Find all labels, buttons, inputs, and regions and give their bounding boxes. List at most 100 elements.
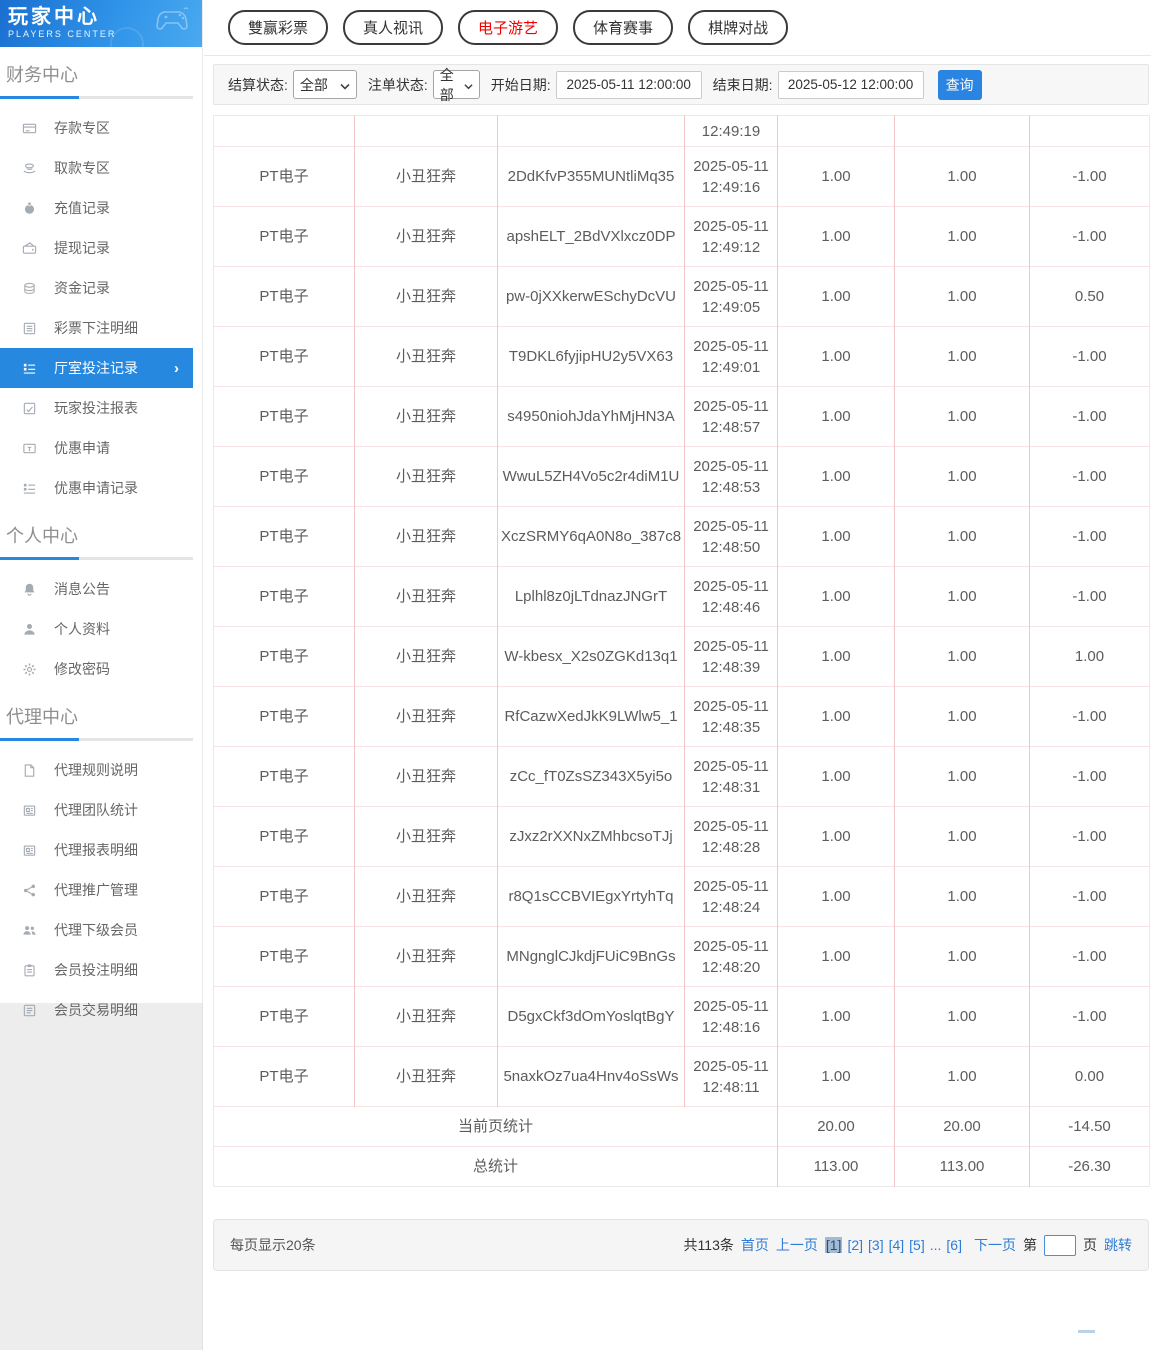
order-id-cell: zCc_fT0ZsSZ343X5yi5o [497,746,685,807]
sidebar-item[interactable]: 取款专区 [0,148,193,188]
box-list-icon [21,1002,37,1018]
sidebar-item[interactable]: 彩票下注明细 [0,308,193,348]
nav-button-item[interactable]: 棋牌对战 [688,10,789,45]
gamepad-icon [154,6,192,37]
venue-cell: PT电子 [213,986,355,1047]
sidebar-item[interactable]: 优惠申请 [0,428,193,468]
prev-page-link[interactable]: 上一页 [776,1235,818,1255]
sidebar-section-title: 个人中心 [6,526,78,546]
start-date-input[interactable] [555,70,702,99]
main-area: 雙赢彩票 真人视讯 电子游艺 体育赛事 棋牌对战 结算状态: 全部 注单状态: 全部 开… [204,0,1151,1350]
grand-summary-label: 总统计 [213,1146,778,1187]
sidebar-item[interactable]: 消息公告 [0,569,193,609]
nav-button-item[interactable]: 体育赛事 [573,10,674,45]
page-summary-winloss-total: -14.50 [1029,1106,1150,1147]
valid-cell: 1.00 [894,746,1030,807]
sidebar-item[interactable]: 优惠申请记录 [0,468,193,508]
sidebar-item[interactable]: 代理下级会员 [0,910,193,950]
nav-button-active[interactable]: 电子游艺 [458,10,559,45]
nav-button-item[interactable]: 真人视讯 [343,10,444,45]
winloss-cell: -1.00 [1029,446,1150,507]
sidebar-item[interactable]: 代理规则说明 [0,750,193,790]
sidebar-item[interactable]: 资金记录 [0,268,193,308]
valid-cell: 1.00 [894,506,1030,567]
page-link[interactable]: [5] [909,1237,925,1253]
sidebar-item[interactable]: 充值记录 [0,188,193,228]
game-cell: 小丑狂奔 [354,1046,498,1107]
sidebar-item[interactable]: 修改密码 [0,649,193,689]
table-row: PT电子 小丑狂奔 zCc_fT0ZsSZ343X5yi5o 2025-05-11 1… [213,746,1150,807]
nav-button-item[interactable]: 雙赢彩票 [228,10,329,45]
jump-button[interactable]: 跳转 [1104,1235,1132,1255]
valid-cell: 1.00 [894,266,1030,327]
order-id-cell: RfCazwXedJkK9LWlw5_1 [497,686,685,747]
sidebar-item-label: 个人资料 [54,621,110,637]
next-page-link[interactable]: 下一页 [974,1235,1016,1255]
winloss-cell: -1.00 [1029,386,1150,447]
page-link[interactable]: [4] [889,1237,905,1253]
datetime-cell: 2025-05-11 12:48:50 [684,506,778,567]
order-id-cell: MNgnglCJkdjFUiC9BnGs [497,926,685,987]
bet-cell: 1.00 [777,146,895,207]
table-row: PT电子 小丑狂奔 W-kbesx_X2s0ZGKd13q1 2025-05-11 1… [213,626,1150,687]
search-button[interactable]: 查询 [937,69,982,100]
table-row: PT电子 小丑狂奔 MNgnglCJkdjFUiC9BnGs 2025-05-11 1… [213,926,1150,987]
sidebar-item[interactable]: 玩家投注报表 [0,388,193,428]
jump-page-input[interactable] [1044,1234,1076,1256]
order-id-cell: zJxz2rXXNxZMhbcsoTJj [497,806,685,867]
sidebar-item-label: 优惠申请 [54,440,110,456]
sidebar-item-active[interactable]: 厅室投注记录 › [0,348,193,388]
page-link-current[interactable]: [1] [824,1237,843,1253]
page-link[interactable]: [6] [946,1237,962,1253]
game-cell: 小丑狂奔 [354,866,498,927]
table-row: PT电子 小丑狂奔 Lplhl8z0jLTdnazJNGrT 2025-05-11 1… [213,566,1150,627]
datetime-cell: 2025-05-11 12:49:16 [684,146,778,207]
end-date-input[interactable] [777,70,924,99]
datetime-cell: 2025-05-11 12:48:24 [684,866,778,927]
news-icon [21,842,37,858]
order-id-cell: 2DdKfvP355MUNtliMq35 [497,146,685,207]
datetime-cell: 2025-05-11 12:48:57 [684,386,778,447]
sidebar-item-label: 会员交易明细 [54,1002,138,1018]
page-link[interactable]: [3] [868,1237,884,1253]
bet-records-table-wrap: 12:49:19 PT电子 小丑狂奔 2DdKfvP355MUNtliMq35 2025… [213,115,1150,1187]
sidebar-item[interactable]: 存款专区 [0,108,193,148]
table-row: PT电子 小丑狂奔 zJxz2rXXNxZMhbcsoTJj 2025-05-11 1… [213,806,1150,867]
page-link[interactable]: ... [930,1237,942,1253]
sidebar-item[interactable]: 会员交易明细 [0,990,193,1030]
table-row: PT电子 小丑狂奔 D5gxCkf3dOmYoslqtBgY 2025-05-11 1… [213,986,1150,1047]
bet-records-table: 12:49:19 PT电子 小丑狂奔 2DdKfvP355MUNtliMq35 2025… [213,115,1150,1187]
news-icon [21,802,37,818]
sidebar-item-label: 充值记录 [54,200,110,216]
gear-icon [21,661,37,677]
section-underline [0,96,193,99]
table-row: PT电子 小丑狂奔 RfCazwXedJkK9LWlw5_1 2025-05-11 1… [213,686,1150,747]
game-cell: 小丑狂奔 [354,746,498,807]
sidebar-item[interactable]: 代理报表明细 [0,830,193,870]
first-page-link[interactable]: 首页 [741,1235,769,1255]
winloss-cell: -1.00 [1029,806,1150,867]
sidebar-item-label: 代理规则说明 [54,762,138,778]
venue-cell [214,116,355,147]
order-id-cell: pw-0jXXkerwESchyDcVU [497,266,685,327]
valid-cell: 1.00 [894,386,1030,447]
page-summary-label: 当前页统计 [213,1106,778,1147]
page-link[interactable]: [2] [847,1237,863,1253]
order-status-label: 注单状态: [367,76,428,93]
game-cell: 小丑狂奔 [354,386,498,447]
grand-summary-valid-total: 113.00 [894,1146,1030,1187]
sidebar-item[interactable]: 代理推广管理 [0,870,193,910]
sidebar-item[interactable]: 个人资料 [0,609,193,649]
sidebar-item[interactable]: 会员投注明细 [0,950,193,990]
game-cell: 小丑狂奔 [354,266,498,327]
order-status-select[interactable]: 全部 [432,67,480,103]
settle-status-select[interactable]: 全部 [292,70,357,99]
grand-summary-winloss-total: -26.30 [1029,1146,1150,1187]
sidebar-item[interactable]: 代理团队统计 [0,790,193,830]
chevron-down-icon [340,77,350,93]
sidebar-item[interactable]: 提现记录 [0,228,193,268]
page-summary-bet-total: 20.00 [777,1106,895,1147]
sidebar-item-label: 优惠申请记录 [54,480,138,496]
game-cell: 小丑狂奔 [354,626,498,687]
pagination-bar: 每页显示20条 共113条 首页 上一页 [1] [2] [3] [4] [5]...[… [213,1219,1149,1271]
